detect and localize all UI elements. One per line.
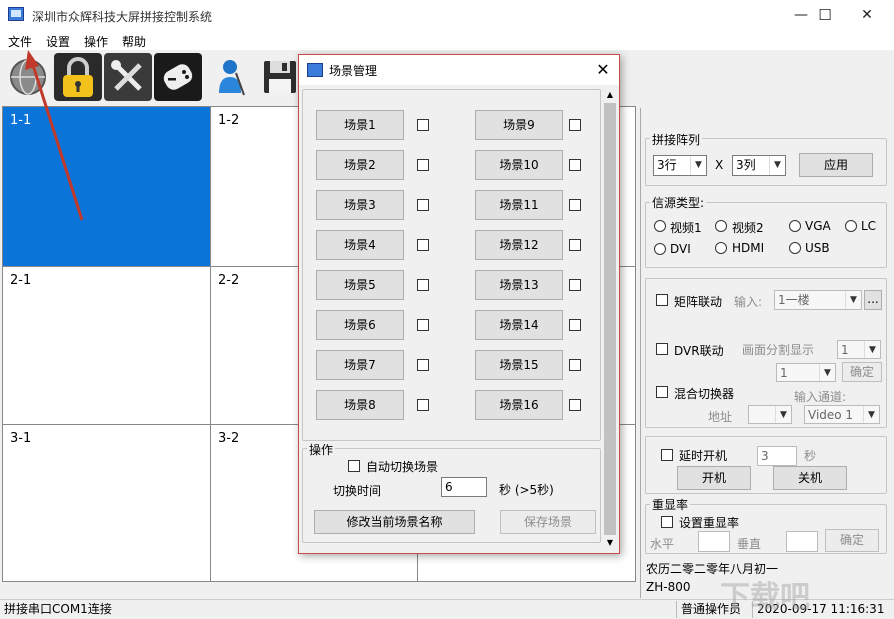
rename-scene-button[interactable]: 修改当前场景名称 — [314, 510, 475, 534]
scene-checkbox-8[interactable] — [417, 399, 429, 411]
scene-checkbox-13[interactable] — [569, 279, 581, 291]
scene-checkbox-3[interactable] — [417, 199, 429, 211]
switch-time-label: 切换时间 — [333, 484, 382, 498]
auto-switch-checkbox[interactable] — [348, 460, 360, 472]
scene-button-12[interactable]: 场景12 — [475, 230, 563, 260]
scene-checkbox-1[interactable] — [417, 119, 429, 131]
scene-button-7[interactable]: 场景7 — [316, 350, 404, 380]
switch-time-unit: 秒 (>5秒) — [499, 483, 554, 497]
scene-checkbox-9[interactable] — [569, 119, 581, 131]
scene-button-13[interactable]: 场景13 — [475, 270, 563, 300]
scene-checkbox-4[interactable] — [417, 239, 429, 251]
operations-label: 操作 — [307, 441, 336, 458]
scene-button-11[interactable]: 场景11 — [475, 190, 563, 220]
scene-button-14[interactable]: 场景14 — [475, 310, 563, 340]
scene-checkbox-5[interactable] — [417, 279, 429, 291]
scene-checkbox-10[interactable] — [569, 159, 581, 171]
scene-button-1[interactable]: 场景1 — [316, 110, 404, 140]
scene-checkbox-6[interactable] — [417, 319, 429, 331]
dialog-title: 场景管理 — [329, 64, 378, 78]
scene-button-10[interactable]: 场景10 — [475, 150, 563, 180]
scene-button-5[interactable]: 场景5 — [316, 270, 404, 300]
scene-button-8[interactable]: 场景8 — [316, 390, 404, 420]
scene-checkbox-7[interactable] — [417, 359, 429, 371]
scroll-down-icon[interactable]: ▼ — [604, 537, 616, 549]
auto-switch-label: 自动切换场景 — [366, 460, 439, 474]
scene-button-15[interactable]: 场景15 — [475, 350, 563, 380]
scene-button-16[interactable]: 场景16 — [475, 390, 563, 420]
scene-checkbox-11[interactable] — [569, 199, 581, 211]
scene-checkbox-15[interactable] — [569, 359, 581, 371]
switch-time-input[interactable]: 6 — [441, 477, 487, 497]
scene-button-4[interactable]: 场景4 — [316, 230, 404, 260]
scroll-thumb[interactable] — [604, 103, 616, 535]
scene-checkbox-14[interactable] — [569, 319, 581, 331]
scene-checkbox-2[interactable] — [417, 159, 429, 171]
scene-button-9[interactable]: 场景9 — [475, 110, 563, 140]
dialog-app-icon — [307, 63, 323, 77]
scene-button-2[interactable]: 场景2 — [316, 150, 404, 180]
dialog-close-button[interactable]: ✕ — [589, 57, 617, 83]
scene-manager-dialog: 场景管理 ✕ 场景1 场景2 场景3 场景4 场景5 场景6 场景7 场景8 场… — [298, 54, 620, 554]
dialog-title-bar: 场景管理 ✕ — [299, 55, 619, 85]
scene-button-3[interactable]: 场景3 — [316, 190, 404, 220]
scene-button-6[interactable]: 场景6 — [316, 310, 404, 340]
scroll-up-icon[interactable]: ▲ — [604, 89, 616, 101]
scene-checkbox-16[interactable] — [569, 399, 581, 411]
scene-checkbox-12[interactable] — [569, 239, 581, 251]
save-scene-button[interactable]: 保存场景 — [500, 510, 596, 534]
dialog-scrollbar[interactable]: ▲ ▼ — [602, 87, 618, 553]
scenes-group — [302, 89, 601, 441]
